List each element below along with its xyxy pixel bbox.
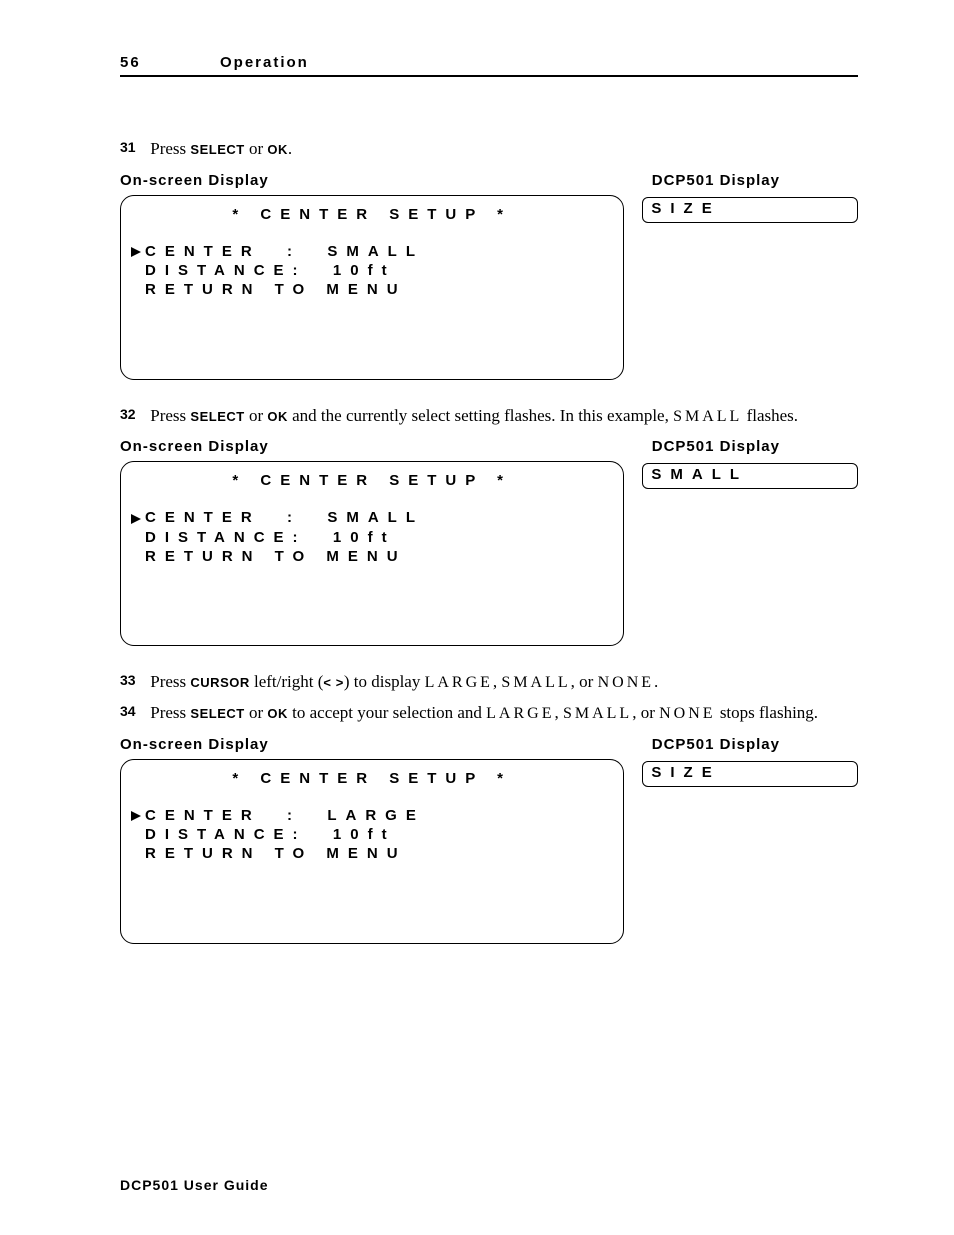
osd-line-return: RETURN TO MENU [131, 845, 615, 862]
osd-line-distance: DISTANCE: 10ft [131, 529, 615, 546]
osd-line-return: RETURN TO MENU [131, 548, 615, 565]
display-row-1: * CENTER SETUP * CENTER : SMALL DISTANCE… [120, 195, 858, 380]
osd-line-distance: DISTANCE: 10ft [131, 262, 615, 279]
select-key: SELECT [190, 409, 244, 424]
osd-line-return: RETURN TO MENU [131, 281, 615, 298]
ok-key: OK [267, 706, 288, 721]
step-number: 32 [120, 404, 146, 424]
dcp-panel-1: SIZE [642, 197, 858, 223]
cursor-arrow-icon [131, 510, 145, 527]
osd-label: On-screen Display [120, 736, 269, 753]
osd-line-center: CENTER : SMALL [131, 509, 615, 527]
osd-title: * CENTER SETUP * [129, 770, 615, 787]
step-number: 31 [120, 137, 146, 157]
dcp-panel-3: SIZE [642, 761, 858, 787]
osd-label: On-screen Display [120, 172, 269, 189]
content: 31 Press SELECT or OK. On-screen Display… [120, 137, 858, 944]
dcp-panel-2: SMALL [642, 463, 858, 489]
display-row-3: * CENTER SETUP * CENTER : LARGE DISTANCE… [120, 759, 858, 944]
step-text: Press SELECT or OK and the currently sel… [150, 404, 798, 429]
footer-title: DCP501 User Guide [120, 1177, 269, 1193]
select-key: SELECT [190, 706, 244, 721]
step-number: 33 [120, 670, 146, 690]
dcp-label: DCP501 Display [652, 438, 780, 455]
step-text: Press SELECT or OK to accept your select… [150, 701, 818, 726]
step-33: 33 Press CURSOR left/right (< >) to disp… [120, 670, 858, 695]
osd-line-distance: DISTANCE: 10ft [131, 826, 615, 843]
osd-label: On-screen Display [120, 438, 269, 455]
ok-key: OK [267, 409, 288, 424]
step-text: Press CURSOR left/right (< >) to display… [150, 670, 658, 695]
gt-icon: > [336, 675, 344, 690]
page: 56 Operation 31 Press SELECT or OK. On-s… [0, 0, 954, 1235]
step-text: Press SELECT or OK. [150, 137, 292, 162]
dcp-label: DCP501 Display [652, 736, 780, 753]
osd-line-center: CENTER : LARGE [131, 807, 615, 825]
display-labels: On-screen Display DCP501 Display [120, 438, 858, 455]
osd-panel-1: * CENTER SETUP * CENTER : SMALL DISTANCE… [120, 195, 624, 380]
flashing-value: SMALL [673, 408, 742, 425]
step-32: 32 Press SELECT or OK and the currently … [120, 404, 858, 429]
section-title: Operation [220, 54, 309, 71]
select-key: SELECT [190, 142, 244, 157]
cursor-arrow-icon [131, 243, 145, 260]
osd-title: * CENTER SETUP * [129, 472, 615, 489]
page-number: 56 [120, 54, 220, 71]
cursor-key: CURSOR [190, 675, 249, 690]
osd-line-center: CENTER : SMALL [131, 243, 615, 261]
lt-icon: < [323, 675, 331, 690]
osd-title: * CENTER SETUP * [129, 206, 615, 223]
display-row-2: * CENTER SETUP * CENTER : SMALL DISTANCE… [120, 461, 858, 646]
step-31: 31 Press SELECT or OK. [120, 137, 858, 162]
cursor-arrow-icon [131, 807, 145, 824]
step-34: 34 Press SELECT or OK to accept your sel… [120, 701, 858, 726]
display-labels: On-screen Display DCP501 Display [120, 736, 858, 753]
dcp-label: DCP501 Display [652, 172, 780, 189]
ok-key: OK [267, 142, 288, 157]
display-labels: On-screen Display DCP501 Display [120, 172, 858, 189]
osd-panel-3: * CENTER SETUP * CENTER : LARGE DISTANCE… [120, 759, 624, 944]
step-number: 34 [120, 701, 146, 721]
osd-panel-2: * CENTER SETUP * CENTER : SMALL DISTANCE… [120, 461, 624, 646]
page-header: 56 Operation [120, 54, 858, 77]
